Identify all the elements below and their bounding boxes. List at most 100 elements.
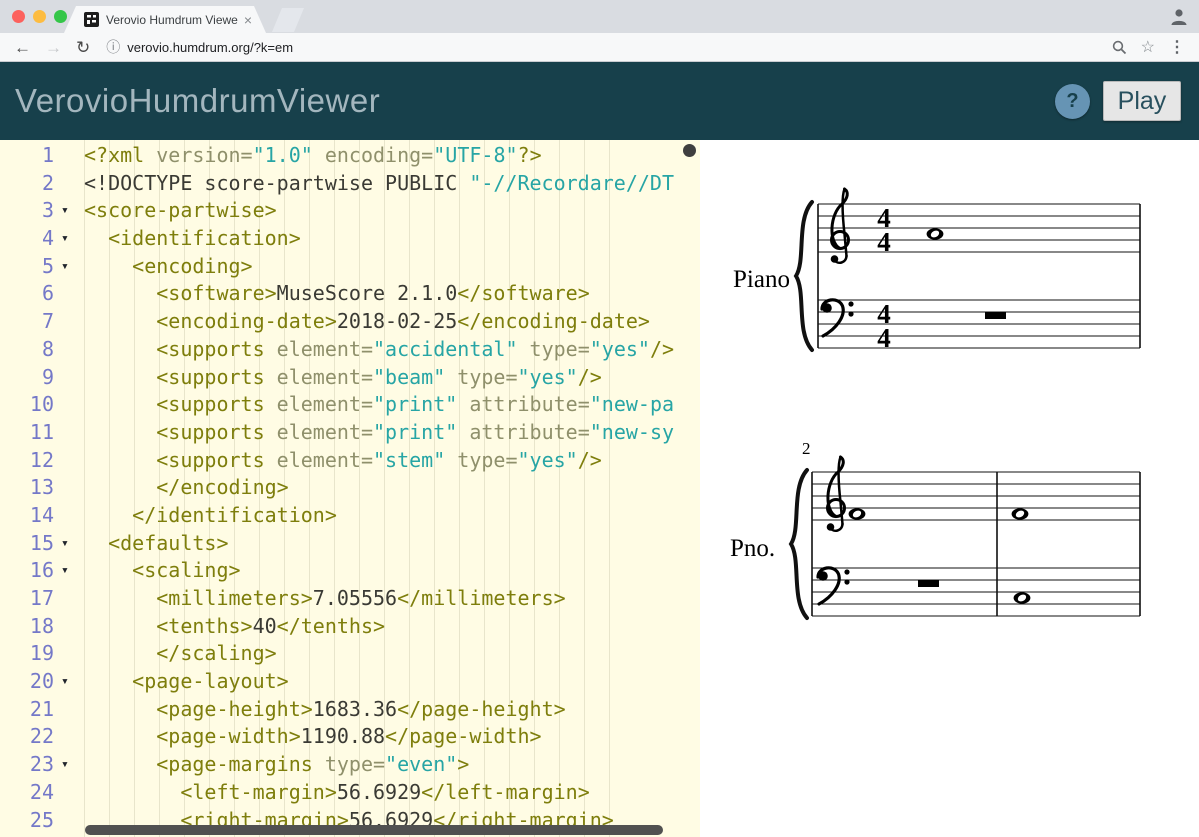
code-line[interactable]: 16▾ <scaling> <box>0 557 700 585</box>
code-line[interactable]: 8 <supports element="accidental" type="y… <box>0 336 700 364</box>
bass-staff-lines <box>818 300 1140 348</box>
code-text: <tenths>40</tenths> <box>76 613 385 641</box>
code-line[interactable]: 21 <page-height>1683.36</page-height> <box>0 696 700 724</box>
line-number: 7 <box>0 308 58 336</box>
code-text: <encoding> <box>76 253 253 281</box>
code-text: <scaling> <box>76 557 241 585</box>
whole-note[interactable] <box>1012 508 1029 519</box>
line-number: 13 <box>0 474 58 502</box>
fold-arrow-icon[interactable]: ▾ <box>58 557 76 585</box>
line-number: 15 <box>0 530 58 558</box>
code-line[interactable]: 6 <software>MuseScore 2.1.0</software> <box>0 280 700 308</box>
browser-tabstrip: Verovio Humdrum Viewer × <box>0 0 1199 33</box>
profile-icon[interactable] <box>1169 6 1189 26</box>
code-text: <page-layout> <box>76 668 289 696</box>
code-text: <left-margin>56.6929</left-margin> <box>76 779 590 807</box>
code-line[interactable]: 11 <supports element="print" attribute="… <box>0 419 700 447</box>
code-lines: 1<?xml version="1.0" encoding="UTF-8"?>2… <box>0 140 700 834</box>
code-line[interactable]: 7 <encoding-date>2018-02-25</encoding-da… <box>0 308 700 336</box>
line-number: 22 <box>0 723 58 751</box>
line-number: 10 <box>0 391 58 419</box>
tab-close-icon[interactable]: × <box>244 12 252 28</box>
whole-rest[interactable] <box>918 580 939 587</box>
reload-button[interactable]: ↻ <box>76 39 90 56</box>
code-editor[interactable]: 1<?xml version="1.0" encoding="UTF-8"?>2… <box>0 140 700 837</box>
line-number: 6 <box>0 280 58 308</box>
time-signature-bottom: 4 <box>877 323 891 353</box>
fold-arrow-icon[interactable]: ▾ <box>58 751 76 779</box>
zoom-window-button[interactable] <box>54 10 67 23</box>
fold-arrow-icon[interactable]: ▾ <box>58 225 76 253</box>
staff-label-pno: Pno. <box>730 535 775 562</box>
code-line[interactable]: 3▾<score-partwise> <box>0 197 700 225</box>
code-line[interactable]: 14 </identification> <box>0 502 700 530</box>
fold-arrow-icon[interactable]: ▾ <box>58 530 76 558</box>
vertical-scrollbar-thumb[interactable] <box>683 144 696 157</box>
line-number: 23 <box>0 751 58 779</box>
browser-toolbar: ← → ↻ ⓘ verovio.humdrum.org/?k=em ☆ ⋮ <box>0 33 1199 62</box>
code-line[interactable]: 2 <!DOCTYPE score-partwise PUBLIC "-//Rec… <box>0 170 700 198</box>
new-tab-button[interactable] <box>272 8 304 32</box>
fold-arrow-icon[interactable]: ▾ <box>58 668 76 696</box>
forward-button[interactable]: → <box>45 39 62 56</box>
play-button[interactable]: Play <box>1103 81 1181 121</box>
code-line[interactable]: 5▾ <encoding> <box>0 253 700 281</box>
code-line[interactable]: 24 <left-margin>56.6929</left-margin> <box>0 779 700 807</box>
back-button[interactable]: ← <box>14 39 31 56</box>
browser-tab[interactable]: Verovio Humdrum Viewer × <box>64 6 266 33</box>
line-number: 8 <box>0 336 58 364</box>
bass-clef-icon <box>818 568 850 604</box>
line-number: 11 <box>0 419 58 447</box>
code-text: <!DOCTYPE score-partwise PUBLIC "-//Reco… <box>76 170 674 198</box>
whole-note[interactable] <box>927 228 944 239</box>
score-pane: Piano 4 4 4 4 2 Pno. <box>700 140 1199 837</box>
line-number: 18 <box>0 613 58 641</box>
code-line[interactable]: 15▾ <defaults> <box>0 530 700 558</box>
code-line[interactable]: 9 <supports element="beam" type="yes"/> <box>0 364 700 392</box>
horizontal-scrollbar-thumb[interactable] <box>85 825 663 835</box>
window-controls <box>12 10 67 23</box>
zoom-icon[interactable] <box>1112 40 1127 55</box>
staff-label-piano: Piano <box>733 266 790 293</box>
whole-rest[interactable] <box>985 312 1006 319</box>
code-line[interactable]: 4▾ <identification> <box>0 225 700 253</box>
fold-arrow-icon[interactable]: ▾ <box>58 197 76 225</box>
page-info-icon[interactable]: ⓘ <box>106 37 120 57</box>
help-button[interactable]: ? <box>1055 84 1090 119</box>
browser-menu-icon[interactable]: ⋮ <box>1169 37 1185 57</box>
line-number: 24 <box>0 779 58 807</box>
code-line[interactable]: 23▾ <page-margins type="even"> <box>0 751 700 779</box>
tab-title: Verovio Humdrum Viewer <box>106 13 238 27</box>
whole-note[interactable] <box>849 508 866 519</box>
bass-staff-lines <box>812 568 1140 616</box>
line-number: 2 <box>0 170 58 198</box>
close-window-button[interactable] <box>12 10 25 23</box>
treble-staff-lines <box>818 204 1140 252</box>
minimize-window-button[interactable] <box>33 10 46 23</box>
code-line[interactable]: 22 <page-width>1190.88</page-width> <box>0 723 700 751</box>
music-notation: Piano 4 4 4 4 2 Pno. <box>700 140 1199 837</box>
barlines <box>812 472 1140 616</box>
line-number: 25 <box>0 807 58 835</box>
time-signature-bottom: 4 <box>877 227 891 257</box>
line-number: 21 <box>0 696 58 724</box>
code-line[interactable]: 1<?xml version="1.0" encoding="UTF-8"?> <box>0 142 700 170</box>
line-number: 3 <box>0 197 58 225</box>
code-text: <identification> <box>76 225 301 253</box>
code-line[interactable]: 19 </scaling> <box>0 640 700 668</box>
fold-arrow-icon[interactable]: ▾ <box>58 253 76 281</box>
code-text: <supports element="print" attribute="new… <box>76 391 674 419</box>
code-line[interactable]: 10 <supports element="print" attribute="… <box>0 391 700 419</box>
page-title: VerovioHumdrumViewer <box>15 82 380 120</box>
bass-clef-icon <box>822 300 854 336</box>
code-line[interactable]: 20▾ <page-layout> <box>0 668 700 696</box>
address-bar[interactable]: verovio.humdrum.org/?k=em <box>127 40 1111 55</box>
line-number: 9 <box>0 364 58 392</box>
whole-note[interactable] <box>1014 592 1031 603</box>
code-line[interactable]: 13 </encoding> <box>0 474 700 502</box>
code-line[interactable]: 12 <supports element="stem" type="yes"/> <box>0 447 700 475</box>
bookmark-star-icon[interactable]: ☆ <box>1141 37 1155 57</box>
brace <box>796 202 812 350</box>
code-line[interactable]: 18 <tenths>40</tenths> <box>0 613 700 641</box>
code-line[interactable]: 17 <millimeters>7.05556</millimeters> <box>0 585 700 613</box>
